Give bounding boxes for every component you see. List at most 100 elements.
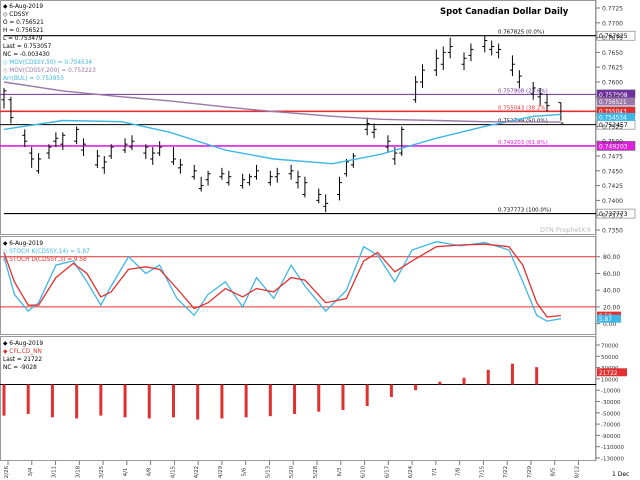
cot-info-line: NC = -9028 bbox=[3, 365, 37, 371]
corner-label: 1 Dec bbox=[612, 471, 629, 478]
cot-info-line: ◆ 6-Aug-2019 bbox=[3, 341, 43, 347]
cot-y-tick-label: 70000 bbox=[601, 344, 619, 350]
x-tick-label: 5/13 bbox=[265, 465, 271, 478]
fib-label: 0.749203 (61.8%) bbox=[498, 140, 548, 146]
cot-bar bbox=[268, 384, 272, 417]
stoch-tag: 5.87 bbox=[599, 317, 612, 323]
cot-bar bbox=[196, 384, 200, 420]
cot-bar bbox=[462, 377, 466, 385]
price-tag: 0.756521 bbox=[599, 100, 627, 106]
x-tick-label: 7/1 bbox=[432, 468, 438, 477]
cot-bar bbox=[2, 384, 6, 416]
x-tick-label: 6/10 bbox=[361, 465, 367, 478]
price-y-tick-label: 0.7475 bbox=[602, 154, 623, 161]
x-tick-label: 4/15 bbox=[170, 465, 176, 478]
cot-bar bbox=[99, 384, 103, 416]
price-y-tick-label: 0.7400 bbox=[602, 198, 623, 205]
x-tick-label: 5/6 bbox=[242, 467, 248, 476]
price-side-tags: 0.7565210.7550430.754534 bbox=[597, 97, 635, 121]
cot-bar bbox=[50, 384, 54, 418]
cot-bar bbox=[171, 384, 175, 418]
stochastic-side-tags: 9.585.87 bbox=[597, 311, 621, 323]
cot-y-tick-label: -70000 bbox=[601, 423, 621, 429]
x-tick-label: 6/3 bbox=[337, 467, 343, 476]
cot-bar bbox=[26, 384, 30, 414]
cot-bar bbox=[220, 384, 224, 419]
cot-y-tick-label: -110000 bbox=[601, 445, 624, 451]
stoch-y-tick-label: 20.00 bbox=[603, 304, 620, 311]
price-info-line: Last = 0.753057 bbox=[3, 44, 52, 50]
x-tick-label: 8/12 bbox=[574, 466, 580, 478]
price-info-line: ◇ MOV(CDSSY,200) = 0.753223 bbox=[3, 68, 96, 74]
price-info-line: ◇ CDSSY bbox=[3, 12, 29, 18]
stoch-info-line: ◇ STOCH K(CDSSY,14) = 5.87 bbox=[3, 249, 90, 255]
x-tick-label: 2/26 bbox=[4, 465, 10, 478]
x-tick-label: 4/22 bbox=[194, 466, 200, 478]
cot-bar bbox=[486, 369, 490, 385]
chart-title: Spot Canadian Dollar Daily bbox=[440, 7, 569, 17]
fib-label: 0.767825 (0.0%) bbox=[498, 30, 544, 36]
x-tick-label: 5/28 bbox=[313, 465, 319, 478]
price-tag: 0.754534 bbox=[599, 115, 627, 121]
cot-bar bbox=[147, 384, 151, 419]
cot-bar bbox=[293, 384, 297, 414]
x-tick-label: 5/20 bbox=[289, 465, 295, 478]
cot-info-line: ◆ CFL,CD_NN bbox=[3, 349, 42, 355]
cot-bar bbox=[438, 381, 442, 385]
cot-bar bbox=[123, 384, 127, 418]
chart-canvas: 0.767825 (0.0%)0.7678250.757908 (23.6%)0… bbox=[0, 0, 640, 480]
x-tick-label: 7/29 bbox=[527, 465, 533, 478]
price-y-tick-label: 0.7350 bbox=[602, 228, 623, 235]
cot-bar bbox=[510, 363, 514, 385]
cot-y-tick-label: -90000 bbox=[601, 434, 621, 440]
price-y-tick-label: 0.7650 bbox=[602, 50, 623, 57]
price-info-line: Arr(BUL) = 0.753953 bbox=[3, 76, 64, 82]
stoch-info-line: ◆ 6-Aug-2019 bbox=[3, 241, 43, 247]
price-y-tick-label: 0.7675 bbox=[602, 35, 623, 42]
stoch-y-tick-label: 80.00 bbox=[603, 254, 620, 261]
cot-bar bbox=[365, 384, 369, 407]
price-y-tick-label: 0.7500 bbox=[602, 139, 623, 146]
cot-bar bbox=[75, 384, 79, 419]
price-info-line: ◇ MOV(CDSSY,50) = 0.754534 bbox=[3, 60, 92, 66]
price-y-tick-label: 0.7600 bbox=[602, 80, 623, 87]
price-y-tick-label: 0.7725 bbox=[602, 6, 623, 13]
price-y-tick-label: 0.7700 bbox=[602, 20, 623, 27]
cot-y-tick-label: -130000 bbox=[601, 457, 624, 463]
cot-y-tick-label: 50000 bbox=[601, 355, 619, 361]
price-info-line: L = 0.753479 bbox=[3, 36, 43, 42]
price-y-tick-label: 0.7525 bbox=[602, 124, 623, 131]
price-info-line: H = 0.756521 bbox=[3, 28, 44, 34]
cot-y-tick-label: -10000 bbox=[601, 389, 621, 395]
cot-y-tick-label: -30000 bbox=[601, 400, 621, 406]
x-tick-label: 7/8 bbox=[456, 467, 462, 476]
x-tick-label: 4/29 bbox=[218, 465, 224, 478]
price-info-line: ◆ 6-Aug-2019 bbox=[3, 4, 43, 10]
cot-info-line: Last = 21722 bbox=[3, 357, 42, 363]
stoch-y-tick-label: 40.00 bbox=[603, 288, 620, 295]
cot-y-tick-label: -50000 bbox=[601, 411, 621, 417]
x-tick-label: 3/4 bbox=[28, 467, 34, 476]
fib-label: 0.737773 (100.0%) bbox=[498, 208, 551, 214]
price-y-tick-label: 0.7450 bbox=[602, 168, 623, 175]
x-tick-label: 3/18 bbox=[75, 465, 81, 478]
price-y-tick-label: 0.7375 bbox=[602, 213, 623, 220]
x-tick-label: 6/17 bbox=[384, 465, 390, 478]
cot-bar bbox=[535, 367, 539, 385]
cot-bar bbox=[244, 384, 248, 418]
x-tick-label: 4/8 bbox=[147, 467, 153, 476]
cot-bar bbox=[414, 384, 418, 391]
price-info-line: O = 0.756521 bbox=[3, 20, 44, 26]
cot-bar bbox=[389, 384, 393, 397]
stoch-info-line: ◇ STOCH D(CDSSY,3) = 9.58 bbox=[3, 257, 87, 263]
x-tick-label: 7/22 bbox=[503, 466, 509, 478]
x-tick-label: 7/15 bbox=[479, 465, 485, 478]
cot-y-tick-label: 10000 bbox=[601, 377, 619, 383]
price-y-tick-label: 0.7625 bbox=[602, 65, 623, 72]
cot-bar bbox=[317, 384, 321, 412]
x-tick-label: 3/25 bbox=[99, 465, 105, 478]
x-tick-label: 6/24 bbox=[408, 465, 414, 478]
cot-bar bbox=[341, 384, 345, 410]
x-tick-label: 8/5 bbox=[551, 467, 557, 476]
cot-side-tags: 21722 bbox=[597, 368, 627, 377]
